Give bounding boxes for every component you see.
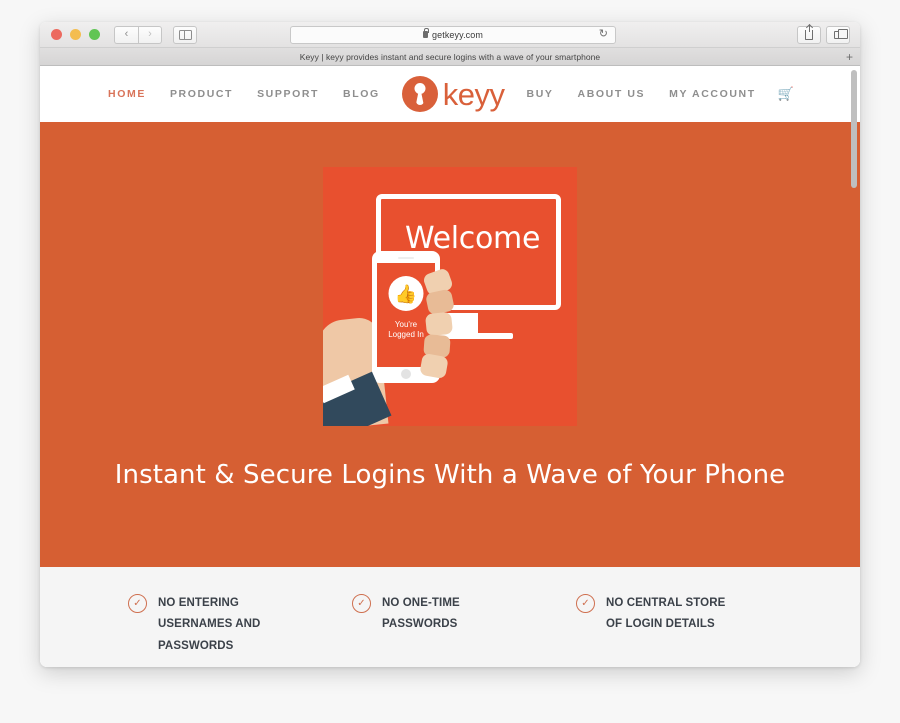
phone-speaker [398, 257, 414, 259]
browser-window: ‹ › getkeyy.com ↻ Keyy | keyy provides i… [40, 22, 860, 667]
feature-label: NO ONE-TIME PASSWORDS [382, 597, 460, 631]
show-tabs-icon [834, 28, 848, 39]
nav-item-about-us[interactable]: ABOUT US [566, 88, 658, 100]
minimize-window-button[interactable] [70, 29, 81, 40]
finger-2 [424, 288, 456, 316]
active-tab-title[interactable]: Keyy | keyy provides instant and secure … [300, 52, 600, 62]
feature-item: ✓ NO ONE-TIME PASSWORDS [352, 593, 576, 667]
hero-headline: Instant & Secure Logins With a Wave of Y… [114, 460, 786, 490]
feature-item: ✓ NO CENTRAL STORE OF LOGIN DETAILS [576, 593, 800, 667]
share-icon [805, 24, 813, 40]
finger-3 [424, 311, 454, 337]
feature-label: NO ENTERING USERNAMES AND PASSWORDS [158, 597, 261, 652]
check-circle-icon: ✓ [128, 594, 147, 613]
check-circle-icon: ✓ [352, 594, 371, 613]
sidebar-toggle-button[interactable] [173, 25, 197, 44]
forward-arrow-icon: › [148, 28, 152, 40]
page-viewport: HOME PRODUCT SUPPORT BLOG keyy BUY ABOUT… [40, 66, 860, 667]
new-tab-button[interactable]: + [846, 51, 853, 63]
feature-item: ✓ NO ENTERING USERNAMES AND PASSWORDS [128, 593, 352, 667]
toolbar-right-buttons [797, 24, 850, 44]
nav-item-home[interactable]: HOME [96, 88, 158, 100]
site-navigation: HOME PRODUCT SUPPORT BLOG keyy BUY ABOUT… [40, 66, 860, 122]
close-window-button[interactable] [51, 29, 62, 40]
phone-home-button [401, 369, 411, 379]
nav-item-support[interactable]: SUPPORT [245, 88, 331, 100]
shopping-cart-icon[interactable]: 🛒 [768, 86, 804, 102]
back-button[interactable]: ‹ [114, 25, 138, 44]
finger-5 [419, 352, 449, 380]
hero-illustration: Welcome 👍 You're Logged In [323, 167, 577, 426]
tab-bar: Keyy | keyy provides instant and secure … [40, 48, 860, 66]
sidebar-icon [178, 29, 192, 40]
vertical-scrollbar[interactable] [851, 70, 857, 188]
keyhole-icon [401, 76, 438, 112]
browser-toolbar: ‹ › getkeyy.com ↻ [40, 22, 860, 48]
check-circle-icon: ✓ [576, 594, 595, 613]
nav-item-my-account[interactable]: MY ACCOUNT [657, 88, 768, 100]
nav-item-blog[interactable]: BLOG [331, 88, 392, 100]
share-button[interactable] [797, 24, 821, 44]
show-tabs-button[interactable] [826, 25, 850, 44]
lock-icon [423, 28, 430, 38]
maximize-window-button[interactable] [89, 29, 100, 40]
forward-button[interactable]: › [138, 25, 162, 44]
thumbs-up-icon: 👍 [388, 276, 424, 311]
back-arrow-icon: ‹ [124, 28, 129, 40]
nav-item-buy[interactable]: BUY [515, 88, 566, 100]
window-traffic-lights [51, 29, 100, 40]
address-bar-url: getkeyy.com [432, 29, 483, 40]
hero-section: Welcome 👍 You're Logged In Instant & Sec… [40, 122, 860, 567]
nav-item-product[interactable]: PRODUCT [158, 88, 245, 100]
navigation-buttons: ‹ › [114, 25, 197, 44]
reload-icon[interactable]: ↻ [599, 29, 608, 40]
logo-wordmark: keyy [442, 76, 505, 112]
address-bar[interactable]: getkeyy.com ↻ [290, 25, 616, 44]
feature-label: NO CENTRAL STORE OF LOGIN DETAILS [606, 597, 726, 631]
feature-list: ✓ NO ENTERING USERNAMES AND PASSWORDS ✓ … [40, 567, 860, 667]
site-logo[interactable]: keyy [392, 76, 515, 112]
